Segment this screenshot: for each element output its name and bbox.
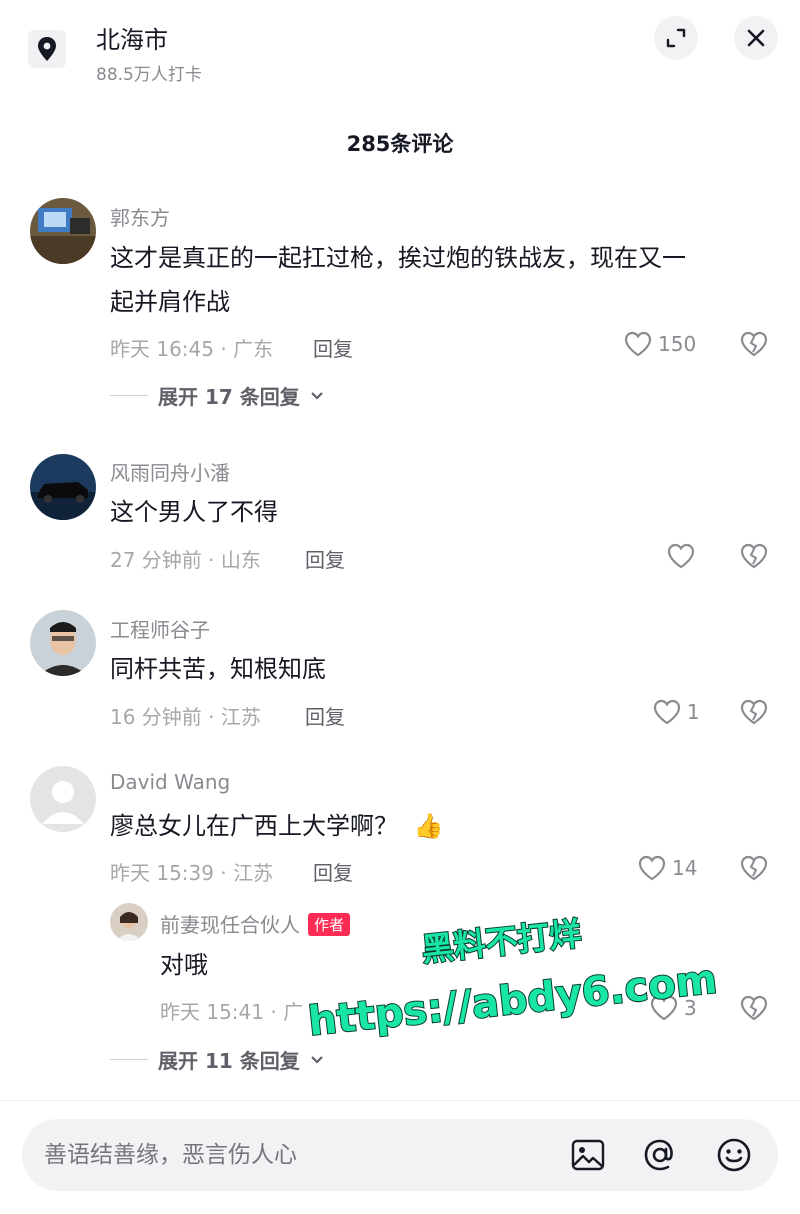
mention-button[interactable] — [638, 1133, 682, 1177]
reply-username-text: 前妻现任合伙人 — [160, 913, 300, 937]
close-button[interactable] — [734, 16, 778, 60]
like-button[interactable] — [667, 543, 695, 569]
watermark-line1: 黑料不打烊 — [420, 914, 583, 969]
like-count: 150 — [658, 332, 697, 356]
reply-avatar[interactable] — [110, 903, 148, 941]
comment-input-bar — [0, 1100, 800, 1214]
comment-text-continued: 起并肩作战 — [110, 288, 230, 316]
avatar[interactable] — [30, 766, 96, 832]
reply-meta: 昨天 15:41 · 广 — [160, 1000, 304, 1024]
like-count: 1 — [687, 700, 700, 724]
broken-heart-icon — [740, 995, 768, 1021]
emoji-button[interactable] — [712, 1133, 756, 1177]
comment-username[interactable]: David Wang — [110, 770, 230, 794]
emoji-icon — [717, 1138, 751, 1172]
divider-line — [110, 395, 148, 396]
like-button[interactable]: 1 — [653, 699, 700, 725]
dislike-button[interactable] — [740, 331, 768, 361]
broken-heart-icon — [740, 543, 768, 569]
comment-input[interactable] — [44, 1135, 544, 1175]
location-pin-icon — [28, 30, 66, 68]
avatar[interactable] — [30, 610, 96, 676]
location-title[interactable]: 北海市 — [96, 20, 168, 55]
expand-button[interactable] — [654, 16, 698, 60]
comment-username[interactable]: 郭东方 — [110, 202, 170, 231]
comment-text: 这个男人了不得 — [110, 498, 278, 526]
comment-meta: 昨天 15:39 · 江苏 — [110, 861, 274, 885]
like-button[interactable]: 150 — [624, 331, 696, 357]
heart-icon — [624, 331, 652, 357]
comment-username[interactable]: 风雨同舟小潘 — [110, 457, 230, 486]
comment-text-body: 廖总女儿在广西上大学啊？ — [110, 812, 398, 840]
heart-icon — [667, 543, 695, 569]
like-count: 14 — [672, 856, 698, 880]
reply-username[interactable]: 前妻现任合伙人 作者 — [160, 909, 351, 938]
comment-meta: 27 分钟前 · 山东 — [110, 548, 261, 572]
comment-text: 同杆共苦，知根知底 — [110, 655, 326, 683]
author-badge: 作者 — [308, 913, 351, 936]
expand-replies[interactable]: 展开 17 条回复 — [110, 381, 324, 410]
expand-replies-label: 展开 17 条回复 — [158, 385, 300, 409]
reply-button[interactable]: 回复 — [313, 333, 353, 362]
comment-text: 这才是真正的一起扛过枪，挨过炮的铁战友，现在又一 — [110, 244, 686, 272]
broken-heart-icon — [740, 855, 768, 881]
comment-meta: 昨天 16:45 · 广东 — [110, 337, 274, 361]
expand-replies[interactable]: 展开 11 条回复 — [110, 1045, 324, 1074]
dislike-button[interactable] — [740, 543, 768, 573]
location-header: 北海市 88.5万人打卡 — [0, 0, 800, 100]
comment-count-title: 285条评论 — [346, 132, 454, 156]
broken-heart-icon — [740, 699, 768, 725]
reply-button[interactable]: 回复 — [305, 544, 345, 573]
at-icon — [644, 1139, 673, 1171]
like-button[interactable]: 14 — [638, 855, 697, 881]
heart-icon — [638, 855, 666, 881]
like-count: 3 — [684, 996, 697, 1020]
dislike-button[interactable] — [740, 699, 768, 729]
reply-button[interactable]: 回复 — [313, 857, 353, 886]
comment-input-container[interactable] — [22, 1119, 778, 1191]
expand-replies-label: 展开 11 条回复 — [158, 1049, 300, 1073]
divider-line — [110, 1059, 148, 1060]
chevron-down-icon — [310, 391, 323, 400]
avatar[interactable] — [30, 198, 96, 264]
heart-icon — [650, 995, 678, 1021]
image-icon — [571, 1139, 605, 1171]
reply-button[interactable]: 回复 — [305, 701, 345, 730]
chevron-down-icon — [310, 1055, 323, 1064]
close-icon — [747, 29, 765, 47]
comment-text: 廖总女儿在广西上大学啊？ 👍 — [110, 804, 444, 848]
comment-meta: 16 分钟前 · 江苏 — [110, 705, 261, 729]
expand-icon — [666, 28, 686, 48]
broken-heart-icon — [740, 331, 768, 357]
heart-icon — [653, 699, 681, 725]
like-button[interactable]: 3 — [650, 995, 697, 1021]
image-button[interactable] — [566, 1133, 610, 1177]
avatar[interactable] — [30, 454, 96, 520]
comment-username[interactable]: 工程师谷子 — [110, 614, 210, 643]
dislike-button[interactable] — [740, 855, 768, 885]
reply-text: 对哦 — [160, 951, 208, 979]
dislike-button[interactable] — [740, 995, 768, 1025]
location-checkin-count: 88.5万人打卡 — [96, 65, 202, 85]
thumbs-up-emoji: 👍 — [413, 812, 444, 840]
